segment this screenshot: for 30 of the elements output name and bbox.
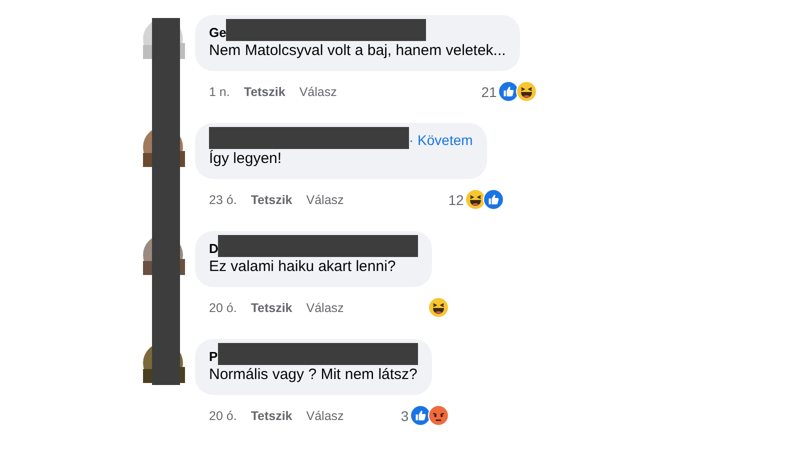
laughing-emoji-icon[interactable] bbox=[516, 81, 537, 102]
comment-text: Normális vagy ? Mit nem látsz? bbox=[209, 365, 418, 385]
like-reaction-icon[interactable] bbox=[410, 405, 431, 426]
like-reaction-icon[interactable] bbox=[482, 189, 504, 210]
like-link[interactable]: Tetszik bbox=[250, 192, 292, 206]
laughing-emoji-icon[interactable] bbox=[464, 189, 486, 210]
timestamp[interactable]: 20 ó. bbox=[209, 408, 237, 422]
reaction-count[interactable]: 12 bbox=[448, 192, 464, 208]
like-link[interactable]: Tetszik bbox=[250, 300, 292, 314]
angry-emoji-icon[interactable] bbox=[428, 405, 449, 426]
reply-link[interactable]: Válasz bbox=[306, 300, 344, 314]
timestamp[interactable]: 20 ó. bbox=[209, 300, 237, 314]
reaction-count[interactable]: 21 bbox=[481, 84, 497, 100]
reaction-count[interactable]: 3 bbox=[400, 408, 409, 424]
comment-text: Így legyen! bbox=[209, 149, 283, 169]
reply-link[interactable]: Válasz bbox=[299, 84, 337, 98]
like-link[interactable]: Tetszik bbox=[244, 84, 286, 98]
author-name[interactable]: D bbox=[209, 240, 218, 257]
timestamp[interactable]: 1 n. bbox=[209, 84, 230, 98]
author-name[interactable]: P bbox=[209, 348, 218, 365]
laughing-emoji-icon[interactable] bbox=[428, 297, 450, 318]
reply-link[interactable]: Válasz bbox=[306, 408, 344, 422]
follow-link[interactable]: · Követem bbox=[409, 132, 473, 149]
timestamp[interactable]: 23 ó. bbox=[209, 192, 237, 206]
like-reaction-icon[interactable] bbox=[498, 81, 519, 102]
comment-text: Ez valami haiku akart lenni? bbox=[209, 257, 397, 277]
author-name[interactable]: Ge bbox=[209, 24, 226, 41]
reply-link[interactable]: Válasz bbox=[306, 192, 344, 206]
like-link[interactable]: Tetszik bbox=[250, 408, 292, 422]
comment-text: Nem Matolcsyval volt a baj, hanem veletek... bbox=[209, 41, 506, 61]
